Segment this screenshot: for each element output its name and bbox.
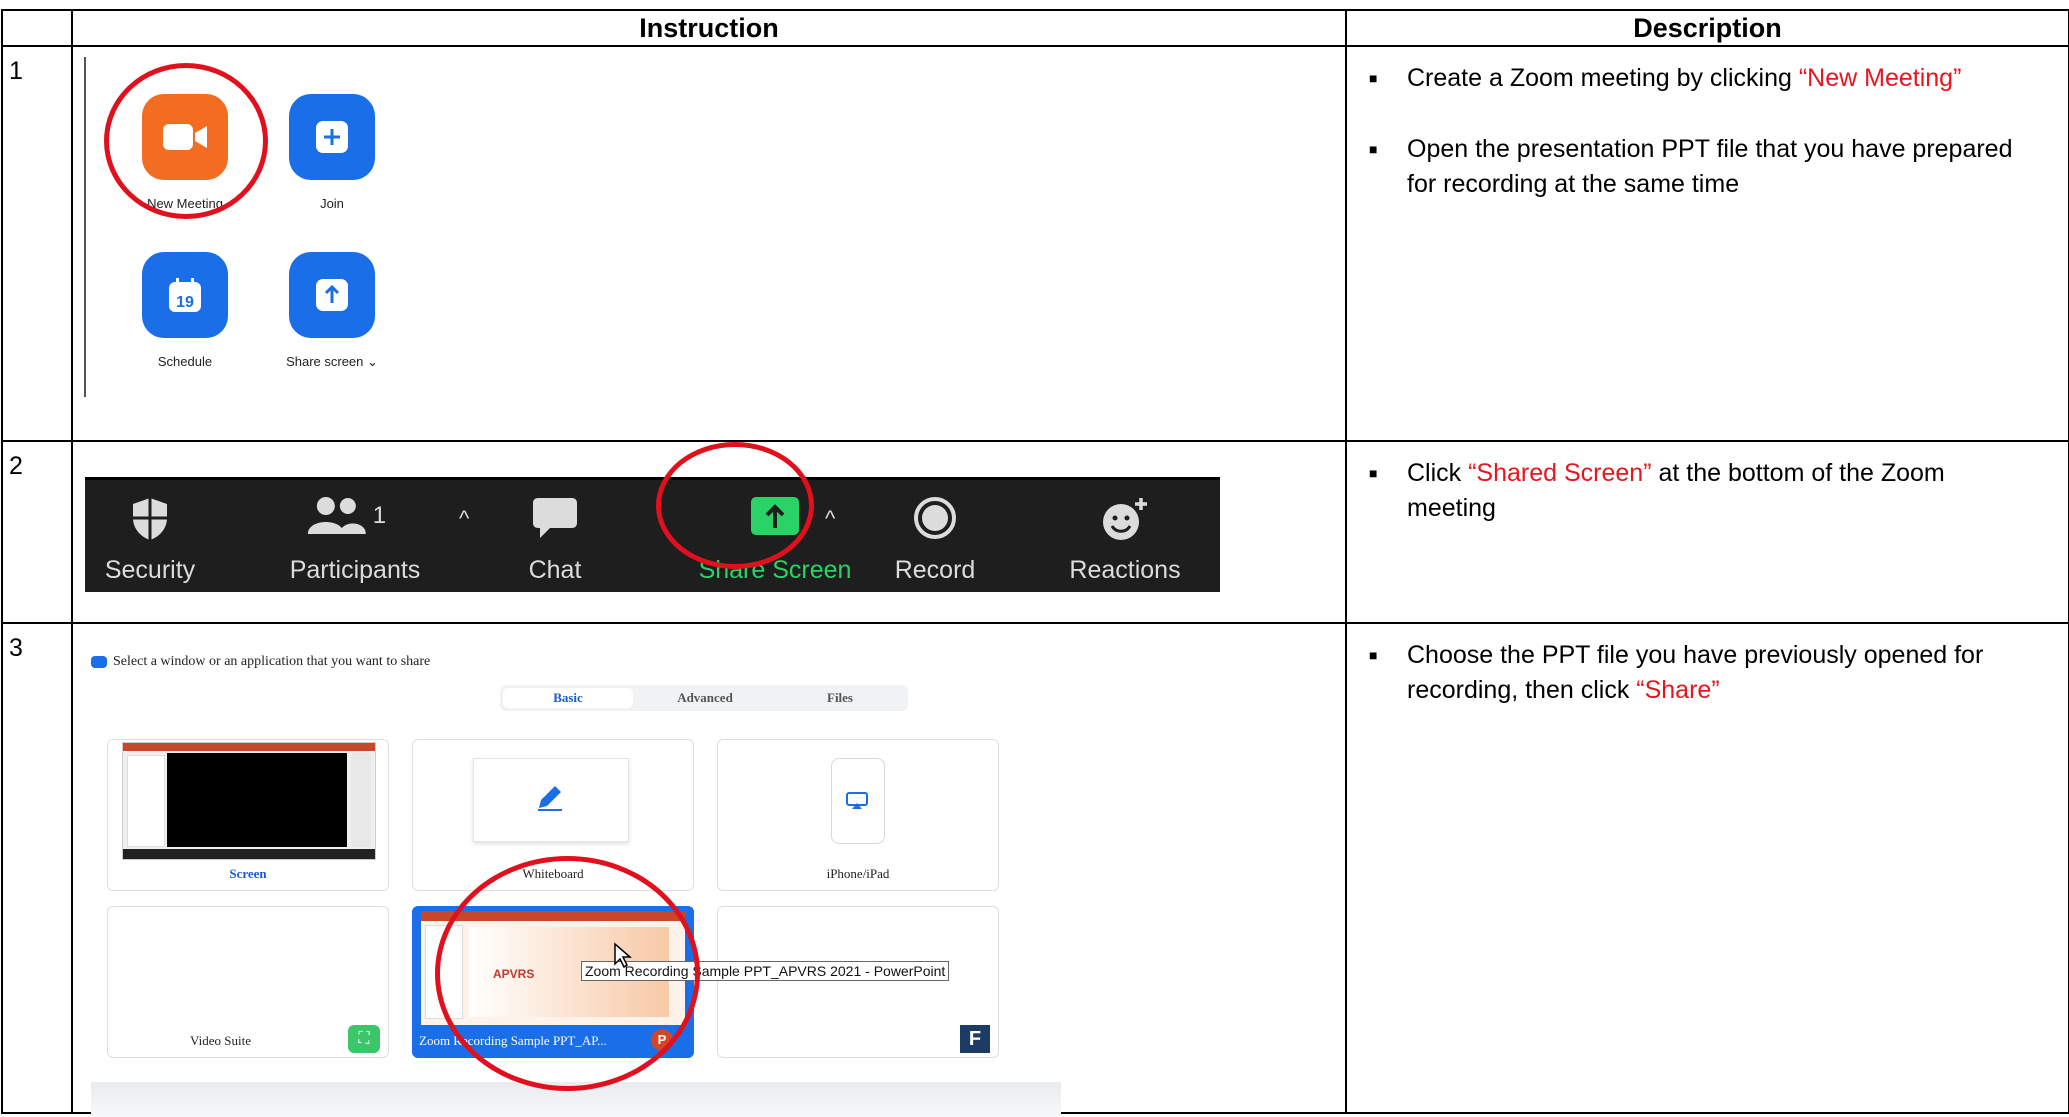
highlight-circle (656, 442, 814, 569)
highlight-circle (104, 63, 268, 219)
airplay-icon (846, 792, 868, 809)
header-instruction: Instruction (71, 9, 1347, 47)
step-number: 1 (1, 45, 73, 442)
join-button[interactable] (289, 94, 375, 180)
description-cell: ■ Click “Shared Screen” at the bottom of … (1345, 440, 2069, 624)
chat-bubble-icon (533, 498, 577, 538)
share-screen-button[interactable] (289, 252, 375, 338)
participants-chevron-icon[interactable]: ^ (459, 506, 469, 532)
instruction-cell: Security 1 Participants ^ Chat Share Scr… (71, 440, 1347, 624)
app-badge: F (960, 1025, 990, 1053)
description-cell: ■ Create a Zoom meeting by clicking “New … (1345, 45, 2069, 442)
participants-icon (307, 497, 366, 534)
zoom-home-panel: New Meeting Join 19 Schedule Share scree… (73, 47, 1345, 440)
schedule-button[interactable]: 19 (142, 252, 228, 338)
header-row: Instruction Description (1, 9, 2069, 47)
table-row: 2 Security 1 Participants ^ Chat Share S… (1, 440, 2069, 624)
smiley-plus-icon (1103, 498, 1147, 540)
instruction-table: Instruction Description 1 New Meeting Jo… (1, 9, 2069, 1117)
step-number: 3 (1, 622, 73, 1114)
pencil-icon (538, 786, 562, 811)
video-suite-icon: ⛶ (348, 1025, 380, 1053)
divider (84, 57, 86, 397)
card-label: iPhone/iPad (826, 866, 890, 881)
plus-icon (316, 121, 348, 153)
instruction-cell: Select a window or an application that y… (71, 622, 1347, 1117)
instruction-cell: New Meeting Join 19 Schedule Share scree… (71, 45, 1347, 442)
zoom-logo-icon (91, 656, 107, 668)
share-tabs: Basic Advanced Files (500, 685, 908, 711)
shield-icon (133, 498, 167, 540)
schedule-label: Schedule (157, 354, 213, 369)
bullet-icon: ■ (1369, 465, 1378, 481)
highlight-circle (435, 856, 700, 1091)
share-option-window[interactable]: F (717, 906, 999, 1058)
share-screen-chevron-icon[interactable]: ^ (825, 506, 835, 532)
description-list: ■ Click “Shared Screen” at the bottom of … (1347, 442, 2068, 526)
description-cell: ■ Choose the PPT file you have previously… (1345, 622, 2069, 1114)
calendar-icon: 19 (169, 278, 201, 312)
list-item: ■ Open the presentation PPT file that you… (1367, 132, 2038, 202)
chevron-down-icon: ⌄ (367, 354, 378, 369)
header-number (1, 9, 73, 47)
list-item: ■ Create a Zoom meeting by clicking “New … (1367, 61, 2038, 96)
svg-text:19: 19 (176, 294, 194, 311)
share-option-iphone-ipad[interactable]: iPhone/iPad (717, 739, 999, 891)
share-dialog-title: Select a window or an application that y… (91, 654, 430, 670)
record-icon (914, 497, 956, 539)
share-option-video-suite[interactable]: Video Suite ⛶ (107, 906, 389, 1058)
tab-basic[interactable]: Basic (503, 688, 633, 708)
bullet-icon: ■ (1369, 141, 1378, 157)
step-number: 2 (1, 440, 73, 624)
header-description: Description (1345, 9, 2069, 47)
description-list: ■ Choose the PPT file you have previously… (1347, 624, 2068, 708)
share-screen-label: Share screen ⌄ (286, 354, 378, 369)
screen-thumbnail (122, 742, 376, 860)
card-label: Screen (229, 866, 267, 881)
tab-files[interactable]: Files (775, 688, 905, 708)
zoom-meeting-toolbar: Security 1 Participants ^ Chat Share Scr… (85, 477, 1220, 592)
list-item: ■ Choose the PPT file you have previously… (1367, 638, 2038, 708)
table-row: 1 New Meeting Join 19 Schedule Share scr… (1, 45, 2069, 442)
list-item: ■ Click “Shared Screen” at the bottom of … (1367, 456, 2038, 526)
bullet-icon: ■ (1369, 70, 1378, 86)
tab-advanced[interactable]: Advanced (640, 688, 770, 708)
bullet-icon: ■ (1369, 647, 1378, 663)
share-up-arrow-icon (316, 279, 348, 311)
join-label: Join (320, 196, 344, 211)
share-option-screen[interactable]: Screen (107, 739, 389, 891)
description-list: ■ Create a Zoom meeting by clicking “New … (1347, 47, 2068, 202)
table-row: 3 Select a window or an application that… (1, 622, 2069, 1117)
